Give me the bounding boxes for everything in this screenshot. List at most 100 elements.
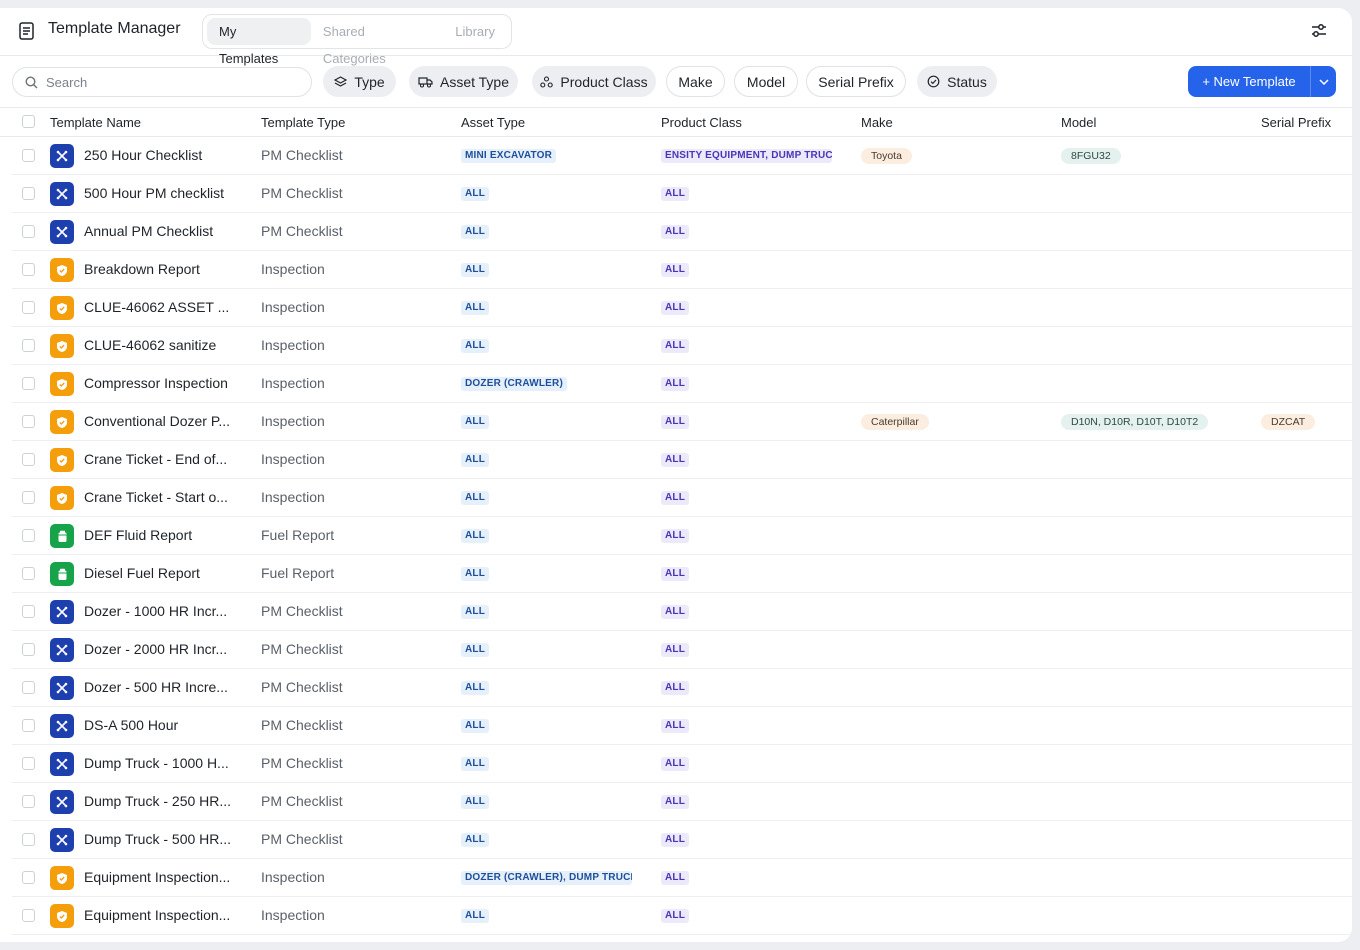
template-name[interactable]: Dump Truck - 250 HR...: [84, 793, 264, 809]
table-row[interactable]: Equipment Inspection... Inspection DOZER (…: [12, 859, 1352, 897]
table-row[interactable]: Dump Truck - 1000 H... PM Checklist ALL ALL: [12, 745, 1352, 783]
template-name[interactable]: CLUE-46062 ASSET ...: [84, 299, 264, 315]
row-checkbox[interactable]: [22, 415, 35, 428]
table-row[interactable]: Crane Ticket - End of... Inspection ALL ALL: [12, 441, 1352, 479]
row-checkbox[interactable]: [22, 301, 35, 314]
filter-serial-prefix[interactable]: Serial Prefix: [806, 66, 906, 97]
row-checkbox[interactable]: [22, 909, 35, 922]
product-class-badge: ALL: [661, 339, 690, 353]
table-row[interactable]: Breakdown Report Inspection ALL ALL: [12, 251, 1352, 289]
filter-type[interactable]: Type: [323, 66, 396, 97]
filter-product-class[interactable]: Product Class: [532, 66, 656, 97]
row-checkbox[interactable]: [22, 719, 35, 732]
wrench-cross-icon: [50, 714, 74, 738]
template-name[interactable]: Compressor Inspection: [84, 375, 264, 391]
col-make[interactable]: Make: [861, 115, 893, 130]
filter-model[interactable]: Model: [734, 66, 798, 97]
row-checkbox[interactable]: [22, 795, 35, 808]
sliders-icon[interactable]: [1310, 22, 1328, 40]
template-type: PM Checklist: [261, 185, 343, 201]
row-checkbox[interactable]: [22, 567, 35, 580]
row-checkbox[interactable]: [22, 529, 35, 542]
col-model[interactable]: Model: [1061, 115, 1096, 130]
template-name[interactable]: Crane Ticket - End of...: [84, 451, 264, 467]
template-name[interactable]: 500 Hour PM checklist: [84, 185, 264, 201]
row-checkbox[interactable]: [22, 757, 35, 770]
wrench-cross-icon: [50, 676, 74, 700]
template-name[interactable]: Conventional Dozer P...: [84, 413, 264, 429]
col-product-class[interactable]: Product Class: [661, 115, 742, 130]
row-checkbox[interactable]: [22, 871, 35, 884]
template-name[interactable]: Equipment Inspection...: [84, 869, 264, 885]
product-class-badge: ALL: [661, 795, 690, 809]
template-name[interactable]: DEF Fluid Report: [84, 527, 264, 543]
filter-asset-type[interactable]: Asset Type: [409, 66, 518, 97]
table-row[interactable]: CLUE-46062 ASSET ... Inspection ALL ALL: [12, 289, 1352, 327]
row-checkbox[interactable]: [22, 377, 35, 390]
table-row[interactable]: Dump Truck - 500 HR... PM Checklist ALL ALL: [12, 821, 1352, 859]
filter-make[interactable]: Make: [666, 66, 725, 97]
row-checkbox[interactable]: [22, 491, 35, 504]
table-row[interactable]: 500 Hour PM checklist PM Checklist ALL ALL: [12, 175, 1352, 213]
template-name[interactable]: Breakdown Report: [84, 261, 264, 277]
template-name[interactable]: 250 Hour Checklist: [84, 147, 264, 163]
new-template-dropdown[interactable]: [1310, 66, 1336, 97]
table-row[interactable]: CLUE-46062 sanitize Inspection ALL ALL: [12, 327, 1352, 365]
table-row[interactable]: Diesel Fuel Report Fuel Report ALL ALL: [12, 555, 1352, 593]
table-row[interactable]: Crane Ticket - Start o... Inspection ALL AL…: [12, 479, 1352, 517]
col-asset-type[interactable]: Asset Type: [461, 115, 525, 130]
row-checkbox[interactable]: [22, 643, 35, 656]
template-name[interactable]: DS-A 500 Hour: [84, 717, 264, 733]
asset-type-badge: ALL: [461, 909, 490, 923]
template-type: PM Checklist: [261, 755, 343, 771]
template-name[interactable]: Dozer - 1000 HR Incr...: [84, 603, 264, 619]
table-row[interactable]: Dump Truck - 250 HR... PM Checklist ALL ALL: [12, 783, 1352, 821]
row-checkbox[interactable]: [22, 263, 35, 276]
select-all-checkbox[interactable]: [22, 115, 35, 128]
row-checkbox[interactable]: [22, 605, 35, 618]
col-template-type[interactable]: Template Type: [261, 115, 345, 130]
table-row[interactable]: Annual PM Checklist PM Checklist ALL ALL: [12, 213, 1352, 251]
table-row[interactable]: Compressor Inspection Inspection DOZER (CR…: [12, 365, 1352, 403]
row-checkbox[interactable]: [22, 453, 35, 466]
shield-check-icon: [50, 410, 74, 434]
row-checkbox[interactable]: [22, 339, 35, 352]
table-row[interactable]: Dozer - 2000 HR Incr... PM Checklist ALL AL…: [12, 631, 1352, 669]
table-row[interactable]: Dozer - 1000 HR Incr... PM Checklist ALL AL…: [12, 593, 1352, 631]
search-box[interactable]: [12, 67, 312, 97]
row-checkbox[interactable]: [22, 833, 35, 846]
tab-my-templates[interactable]: My Templates: [207, 18, 311, 66]
row-checkbox[interactable]: [22, 187, 35, 200]
document-icon: [19, 22, 34, 40]
template-name[interactable]: CLUE-46062 sanitize: [84, 337, 264, 353]
table-row[interactable]: DEF Fluid Report Fuel Report ALL ALL: [12, 517, 1352, 555]
shield-check-icon: [50, 904, 74, 928]
row-checkbox[interactable]: [22, 225, 35, 238]
search-input[interactable]: [46, 74, 286, 90]
table-row[interactable]: Dozer - 500 HR Incre... PM Checklist ALL AL…: [12, 669, 1352, 707]
template-name[interactable]: Dump Truck - 1000 H...: [84, 755, 264, 771]
template-name[interactable]: Crane Ticket - Start o...: [84, 489, 264, 505]
table-row[interactable]: DS-A 500 Hour PM Checklist ALL ALL: [12, 707, 1352, 745]
template-type: PM Checklist: [261, 223, 343, 239]
new-template-button[interactable]: + New Template: [1188, 74, 1310, 89]
asset-type-badge: DOZER (CRAWLER): [461, 377, 567, 391]
table-row[interactable]: Conventional Dozer P... Inspection ALL ALL C…: [12, 403, 1352, 441]
template-name[interactable]: Dozer - 2000 HR Incr...: [84, 641, 264, 657]
col-template-name[interactable]: Template Name: [50, 115, 141, 130]
tab-shared-categories[interactable]: Shared Categories: [311, 18, 443, 66]
col-serial-prefix[interactable]: Serial Prefix: [1261, 115, 1331, 130]
tab-library[interactable]: Library: [443, 18, 507, 45]
row-checkbox[interactable]: [22, 681, 35, 694]
product-class-badge: ALL: [661, 567, 690, 581]
template-name[interactable]: Dump Truck - 500 HR...: [84, 831, 264, 847]
table-row[interactable]: 250 Hour Checklist PM Checklist MINI EXCAV…: [12, 137, 1352, 175]
table-row[interactable]: Equipment Inspection... Inspection ALL ALL: [12, 897, 1352, 935]
template-name[interactable]: Diesel Fuel Report: [84, 565, 264, 581]
template-name[interactable]: Equipment Inspection...: [84, 907, 264, 923]
wrench-cross-icon: [50, 752, 74, 776]
template-name[interactable]: Annual PM Checklist: [84, 223, 264, 239]
row-checkbox[interactable]: [22, 149, 35, 162]
filter-status[interactable]: Status: [917, 66, 997, 97]
template-name[interactable]: Dozer - 500 HR Incre...: [84, 679, 264, 695]
